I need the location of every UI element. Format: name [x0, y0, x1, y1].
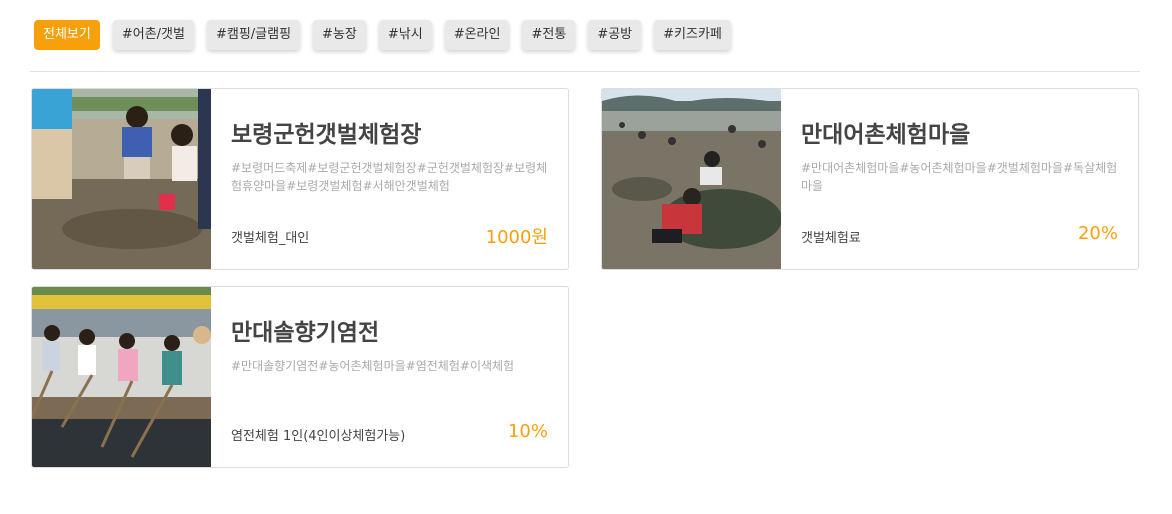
filter-chip-fishing-village[interactable]: #어촌/갯벌	[112, 20, 194, 50]
filter-chip-online[interactable]: #온라인	[444, 20, 510, 50]
card-item-name: 갯벌체험료	[801, 231, 861, 246]
category-filter-bar: 전체보기 #어촌/갯벌 #캠핑/글램핑 #농장 #낚시 #온라인 #전통 #공방…	[34, 20, 744, 50]
card-thumbnail-salt-farm	[32, 287, 211, 467]
card-price: 20%	[1077, 223, 1118, 244]
filter-chip-tradition[interactable]: #전통	[522, 20, 576, 50]
card-price: 1000원	[485, 227, 548, 248]
filter-chip-kids-cafe[interactable]: #키즈카페	[654, 20, 731, 50]
filter-divider	[30, 71, 1140, 72]
card-title: 보령군헌갯벌체험장	[231, 122, 422, 148]
filter-chip-camping[interactable]: #캠핑/글램핑	[206, 20, 301, 50]
card-thumbnail-mudflat-gathering	[602, 89, 781, 269]
card-hashtags: #보령머드축제#보령군헌갯벌체험장#군헌갯벌체험장#보령체험휴양마을#보령갯벌체…	[231, 161, 548, 193]
experience-card[interactable]: 보령군헌갯벌체험장 #보령머드축제#보령군헌갯벌체험장#군헌갯벌체험장#보령체험…	[31, 88, 569, 270]
card-title: 만대솔향기염전	[231, 320, 380, 346]
filter-chip-workshop[interactable]: #공방	[588, 20, 642, 50]
card-item-name: 염전체험 1인(4인이상체험가능)	[231, 429, 406, 444]
card-item-name: 갯벌체험_대인	[231, 231, 310, 246]
filter-chip-all[interactable]: 전체보기	[34, 20, 100, 50]
card-hashtags: #만대어촌체험마을#농어촌체험마을#갯벌체험마을#독살체험마을	[801, 161, 1118, 193]
experience-card[interactable]: 만대어촌체험마을 #만대어촌체험마을#농어촌체험마을#갯벌체험마을#독살체험마을…	[601, 88, 1139, 270]
card-title: 만대어촌체험마을	[801, 122, 971, 148]
card-hashtags: #만대솔향기염전#농어촌체험마을#염전체험#이색체험	[231, 359, 515, 373]
experience-card[interactable]: 만대솔향기염전 #만대솔향기염전#농어촌체험마을#염전체험#이색체험 염전체험 …	[31, 286, 569, 468]
filter-chip-fishing[interactable]: #낚시	[378, 20, 432, 50]
card-thumbnail-mudflat-children	[32, 89, 211, 269]
card-price: 10%	[507, 421, 548, 442]
filter-chip-farm[interactable]: #농장	[313, 20, 366, 50]
